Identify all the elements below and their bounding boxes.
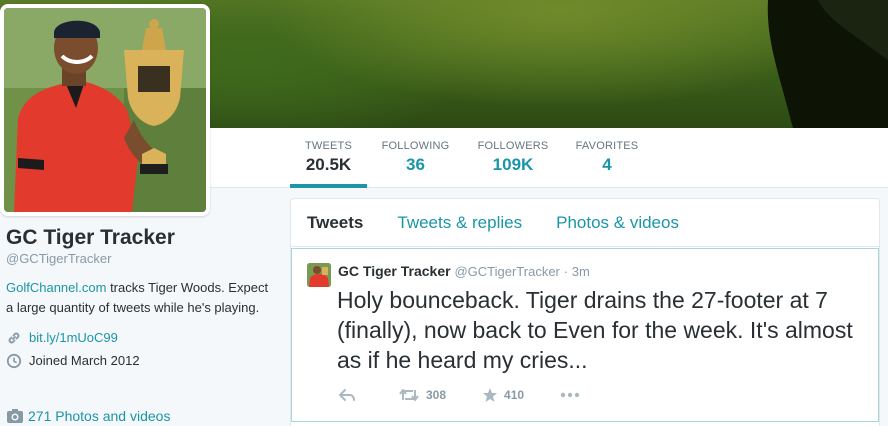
profile-name[interactable]: GC Tiger Tracker <box>6 226 276 250</box>
nav-favorites-label: FAVORITES <box>575 140 639 152</box>
nav-followers-label: FOLLOWERS <box>477 140 549 152</box>
nav-favorites-count: 4 <box>602 155 612 174</box>
camera-icon <box>6 408 24 424</box>
tab-tweets-replies[interactable]: Tweets & replies <box>397 213 522 233</box>
tweet[interactable]: GC Tiger Tracker @GCTigerTracker · 3m Ho… <box>291 248 879 422</box>
reply-button[interactable] <box>338 388 362 402</box>
tweet-header: GC Tiger Tracker @GCTigerTracker · 3m <box>338 263 590 279</box>
tab-tweets[interactable]: Tweets <box>307 213 363 233</box>
favorite-button[interactable]: 410 <box>482 387 524 403</box>
retweet-button[interactable]: 308 <box>398 388 446 402</box>
nav-tweets-label: TWEETS <box>304 140 353 152</box>
nav-following[interactable]: FOLLOWING 36 <box>378 128 453 188</box>
banner-shadow <box>748 0 888 128</box>
star-icon <box>483 388 498 402</box>
retweet-count: 308 <box>426 388 447 402</box>
profile-url-row: bit.ly/1mUoC99 <box>6 326 276 349</box>
tab-photos-videos[interactable]: Photos & videos <box>556 213 679 233</box>
nav-favorites[interactable]: FAVORITES 4 <box>572 128 642 188</box>
nav-followers-count: 109K <box>492 155 534 174</box>
more-icon <box>560 392 580 398</box>
nav-followers[interactable]: FOLLOWERS 109K <box>474 128 552 188</box>
profile-joined-row: Joined March 2012 <box>6 349 276 372</box>
link-icon <box>6 330 22 346</box>
tweet-author-name[interactable]: GC Tiger Tracker <box>338 263 451 279</box>
reply-icon <box>339 389 355 401</box>
tweet-timestamp[interactable]: · 3m <box>564 264 590 279</box>
favorite-count: 410 <box>504 388 525 402</box>
bio-link[interactable]: GolfChannel.com <box>6 280 106 295</box>
timeline: Tweets Tweets & replies Photos & videos … <box>290 198 880 426</box>
profile-avatar[interactable] <box>0 4 210 216</box>
nav-tweets[interactable]: TWEETS 20.5K <box>290 128 367 188</box>
timeline-tabs: Tweets Tweets & replies Photos & videos <box>291 199 879 247</box>
profile-info: GC Tiger Tracker @GCTigerTracker GolfCha… <box>6 226 276 372</box>
photos-videos-link[interactable]: 271 Photos and videos <box>6 408 170 424</box>
nav-tweets-count: 20.5K <box>305 155 352 174</box>
retweet-icon <box>399 389 419 401</box>
profile-url[interactable]: bit.ly/1mUoC99 <box>29 330 118 345</box>
profile-bio: GolfChannel.com tracks Tiger Woods. Expe… <box>6 278 276 318</box>
more-button[interactable] <box>560 392 586 398</box>
nav-following-count: 36 <box>406 155 425 174</box>
nav-following-label: FOLLOWING <box>381 140 450 152</box>
photos-videos-label: 271 Photos and videos <box>28 408 171 424</box>
profile-meta: bit.ly/1mUoC99 Joined March 2012 <box>6 326 276 372</box>
tweet-author-handle[interactable]: @GCTigerTracker <box>454 264 559 279</box>
tweet-actions: 308 410 <box>338 387 622 403</box>
clock-icon <box>6 353 22 369</box>
profile-handle[interactable]: @GCTigerTracker <box>6 251 276 266</box>
profile-joined: Joined March 2012 <box>29 353 140 368</box>
tweet-text: Holy bounceback. Tiger drains the 27-foo… <box>337 287 853 373</box>
tweet-avatar[interactable] <box>307 263 331 287</box>
